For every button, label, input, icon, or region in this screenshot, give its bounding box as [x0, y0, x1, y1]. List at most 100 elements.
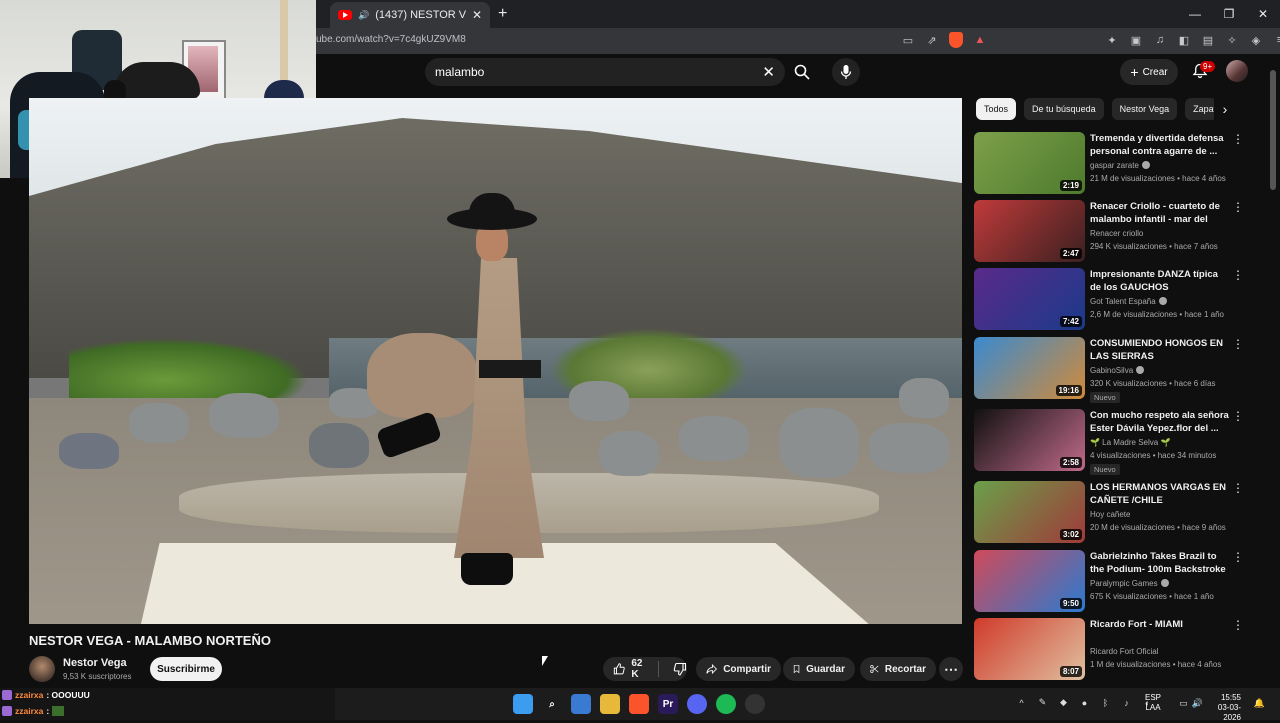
search-button[interactable]	[788, 58, 816, 86]
video-thumbnail[interactable]: 7:42	[974, 268, 1085, 330]
more-vertical-icon[interactable]: ⋮	[1232, 201, 1244, 213]
chips-next-button[interactable]: ›	[1214, 98, 1236, 120]
recommendation-title[interactable]: Ricardo Fort - MIAMI	[1090, 618, 1230, 631]
restore-button[interactable]: ❐	[1212, 0, 1246, 28]
recommendation-title[interactable]: LOS HERMANOS VARGAS EN CAÑETE /CHILE	[1090, 481, 1230, 507]
chip-all[interactable]: Todos	[976, 98, 1017, 120]
pen-icon[interactable]: ✎	[1036, 696, 1049, 709]
browser-tab[interactable]: 🔊 (1437) NESTOR VEGA - MALAMBO NORTEÑO ✕	[330, 2, 490, 28]
recommendation-item[interactable]: 3:02 LOS HERMANOS VARGAS EN CAÑETE /CHILE…	[974, 481, 1264, 545]
steam-icon[interactable]: ●	[1078, 696, 1091, 709]
recommendation-item[interactable]: 2:58 Con mucho respeto ala señora Ester D…	[974, 409, 1264, 475]
more-vertical-icon[interactable]: ⋮	[1232, 551, 1244, 563]
network-icon[interactable]: ▭	[1177, 697, 1190, 710]
search-box[interactable]: malambo ✕	[425, 58, 785, 86]
notification-center-icon[interactable]: 🔔	[1253, 697, 1266, 710]
recommendation-channel[interactable]: Renacer criollo	[1090, 229, 1143, 238]
share-page-icon[interactable]: ⇗	[924, 32, 940, 48]
url-field[interactable]: ube.com/watch?v=7c4gkUZ9VM8	[316, 34, 466, 45]
video-thumbnail[interactable]: 8:07	[974, 618, 1085, 680]
recommendation-item[interactable]: 9:50 Gabrielzinho Takes Brazil to the Pod…	[974, 550, 1264, 614]
recommendation-channel[interactable]: Got Talent España	[1090, 297, 1167, 306]
media-icon[interactable]: ♫	[1152, 32, 1168, 48]
app-tray-icon[interactable]: ◆	[1057, 696, 1070, 709]
recommendation-item[interactable]: 2:47 Renacer Criollo - cuarteto de malamb…	[974, 200, 1264, 264]
channel-name[interactable]: Nestor Vega	[63, 657, 127, 669]
recommendation-channel[interactable]: 🌱 La Madre Selva 🌱	[1090, 438, 1170, 447]
system-clock[interactable]: 15:55 03-03-2026	[1201, 693, 1241, 723]
windows-start-icon[interactable]	[513, 694, 533, 714]
create-button[interactable]: + Crear	[1120, 59, 1178, 85]
brave-icon[interactable]	[629, 694, 649, 714]
brave-shields-icon[interactable]	[948, 32, 964, 48]
brave-rewards-icon[interactable]: ▲	[972, 32, 988, 48]
premiere-icon[interactable]: Pr	[658, 694, 678, 714]
chip-topic[interactable]: Zapateo	[1185, 98, 1218, 120]
more-actions-button[interactable]: ⋯	[939, 657, 963, 681]
tab-close-icon[interactable]: ✕	[472, 8, 482, 22]
recommendation-title[interactable]: Con mucho respeto ala señora Ester Dávil…	[1090, 409, 1230, 435]
chip-related-search[interactable]: De tu búsqueda	[1024, 98, 1104, 120]
recommendation-title[interactable]: Impresionante DANZA típica de los GAUCHO…	[1090, 268, 1230, 295]
chevron-up-icon[interactable]: ^	[1015, 696, 1028, 709]
obs-icon[interactable]	[745, 694, 765, 714]
share-button[interactable]: Compartir	[696, 657, 781, 681]
recommendation-channel[interactable]: GabinoSilva	[1090, 366, 1145, 375]
chip-channel[interactable]: Nestor Vega	[1111, 98, 1178, 120]
voice-search-button[interactable]	[832, 58, 860, 86]
clear-search-icon[interactable]: ✕	[762, 63, 775, 81]
new-tab-button[interactable]: +	[498, 5, 507, 23]
recommendation-title[interactable]: CONSUMIENDO HONGOS EN LAS SIERRAS	[1090, 337, 1230, 363]
recommendation-channel[interactable]: Paralympic Games	[1090, 579, 1169, 588]
recommendation-channel[interactable]: Ricardo Fort Oficial	[1090, 647, 1158, 656]
recommendation-title[interactable]: Renacer Criollo - cuarteto de malambo in…	[1090, 200, 1230, 227]
recommendation-channel[interactable]: gaspar zarate	[1090, 161, 1150, 170]
leo-ai-icon[interactable]: ✧	[1224, 32, 1240, 48]
more-vertical-icon[interactable]: ⋮	[1232, 338, 1244, 350]
more-vertical-icon[interactable]: ⋮	[1232, 269, 1244, 281]
input-language[interactable]: ESP LAA	[1145, 693, 1161, 713]
cast-icon[interactable]: ▭	[900, 32, 916, 48]
save-button[interactable]: Guardar	[783, 657, 855, 681]
close-window-button[interactable]: ✕	[1246, 0, 1280, 28]
recommendation-item[interactable]: 19:16 CONSUMIENDO HONGOS EN LAS SIERRAS Ga…	[974, 337, 1264, 403]
wallet-icon[interactable]: ▤	[1200, 32, 1216, 48]
minimize-button[interactable]: —	[1178, 0, 1212, 28]
subscribe-button[interactable]: Suscribirme	[150, 657, 222, 681]
more-vertical-icon[interactable]: ⋮	[1232, 482, 1244, 494]
sidebar-icon[interactable]: ◧	[1176, 32, 1192, 48]
video-thumbnail[interactable]: 2:19	[974, 132, 1085, 194]
search-icon[interactable]: ⌕	[542, 694, 562, 714]
microphone-icon[interactable]: ♪	[1120, 696, 1133, 709]
extensions-icon[interactable]: ✦	[1104, 32, 1120, 48]
recommendation-title[interactable]: Tremenda y divertida defensa personal co…	[1090, 132, 1230, 158]
more-vertical-icon[interactable]: ⋮	[1232, 410, 1244, 422]
scroll-thumb[interactable]	[1270, 70, 1276, 190]
more-vertical-icon[interactable]: ⋮	[1232, 133, 1244, 145]
photos-icon[interactable]	[571, 694, 591, 714]
search-input[interactable]: malambo	[435, 65, 762, 79]
recommendation-item[interactable]: 8:07 Ricardo Fort - MIAMI Ricardo Fort Ofi…	[974, 618, 1264, 682]
video-player[interactable]	[29, 98, 962, 624]
video-thumbnail[interactable]: 3:02	[974, 481, 1085, 543]
like-button[interactable]: 62 K	[603, 658, 659, 680]
folder-icon[interactable]	[600, 694, 620, 714]
screenshot-icon[interactable]: ▣	[1128, 32, 1144, 48]
more-vertical-icon[interactable]: ⋮	[1232, 619, 1244, 631]
page-scrollbar[interactable]	[1270, 60, 1276, 680]
speaker-icon[interactable]: 🔊	[358, 10, 369, 21]
bluetooth-icon[interactable]: ᛒ	[1099, 696, 1112, 709]
spotify-icon[interactable]	[716, 694, 736, 714]
video-thumbnail[interactable]: 2:47	[974, 200, 1085, 262]
channel-avatar[interactable]	[29, 656, 55, 682]
discord-icon[interactable]	[687, 694, 707, 714]
video-thumbnail[interactable]: 9:50	[974, 550, 1085, 612]
clip-button[interactable]: Recortar	[860, 657, 936, 681]
menu-icon[interactable]: ≡	[1272, 32, 1280, 48]
recommendation-title[interactable]: Gabrielzinho Takes Brazil to the Podium-…	[1090, 550, 1230, 577]
recommendation-item[interactable]: 7:42 Impresionante DANZA típica de los GA…	[974, 268, 1264, 332]
recommendation-channel[interactable]: Hoy cañete	[1090, 510, 1130, 519]
video-thumbnail[interactable]: 2:58	[974, 409, 1085, 471]
recommendation-item[interactable]: 2:19 Tremenda y divertida defensa persona…	[974, 132, 1264, 196]
vpn-icon[interactable]: ◈	[1248, 32, 1264, 48]
